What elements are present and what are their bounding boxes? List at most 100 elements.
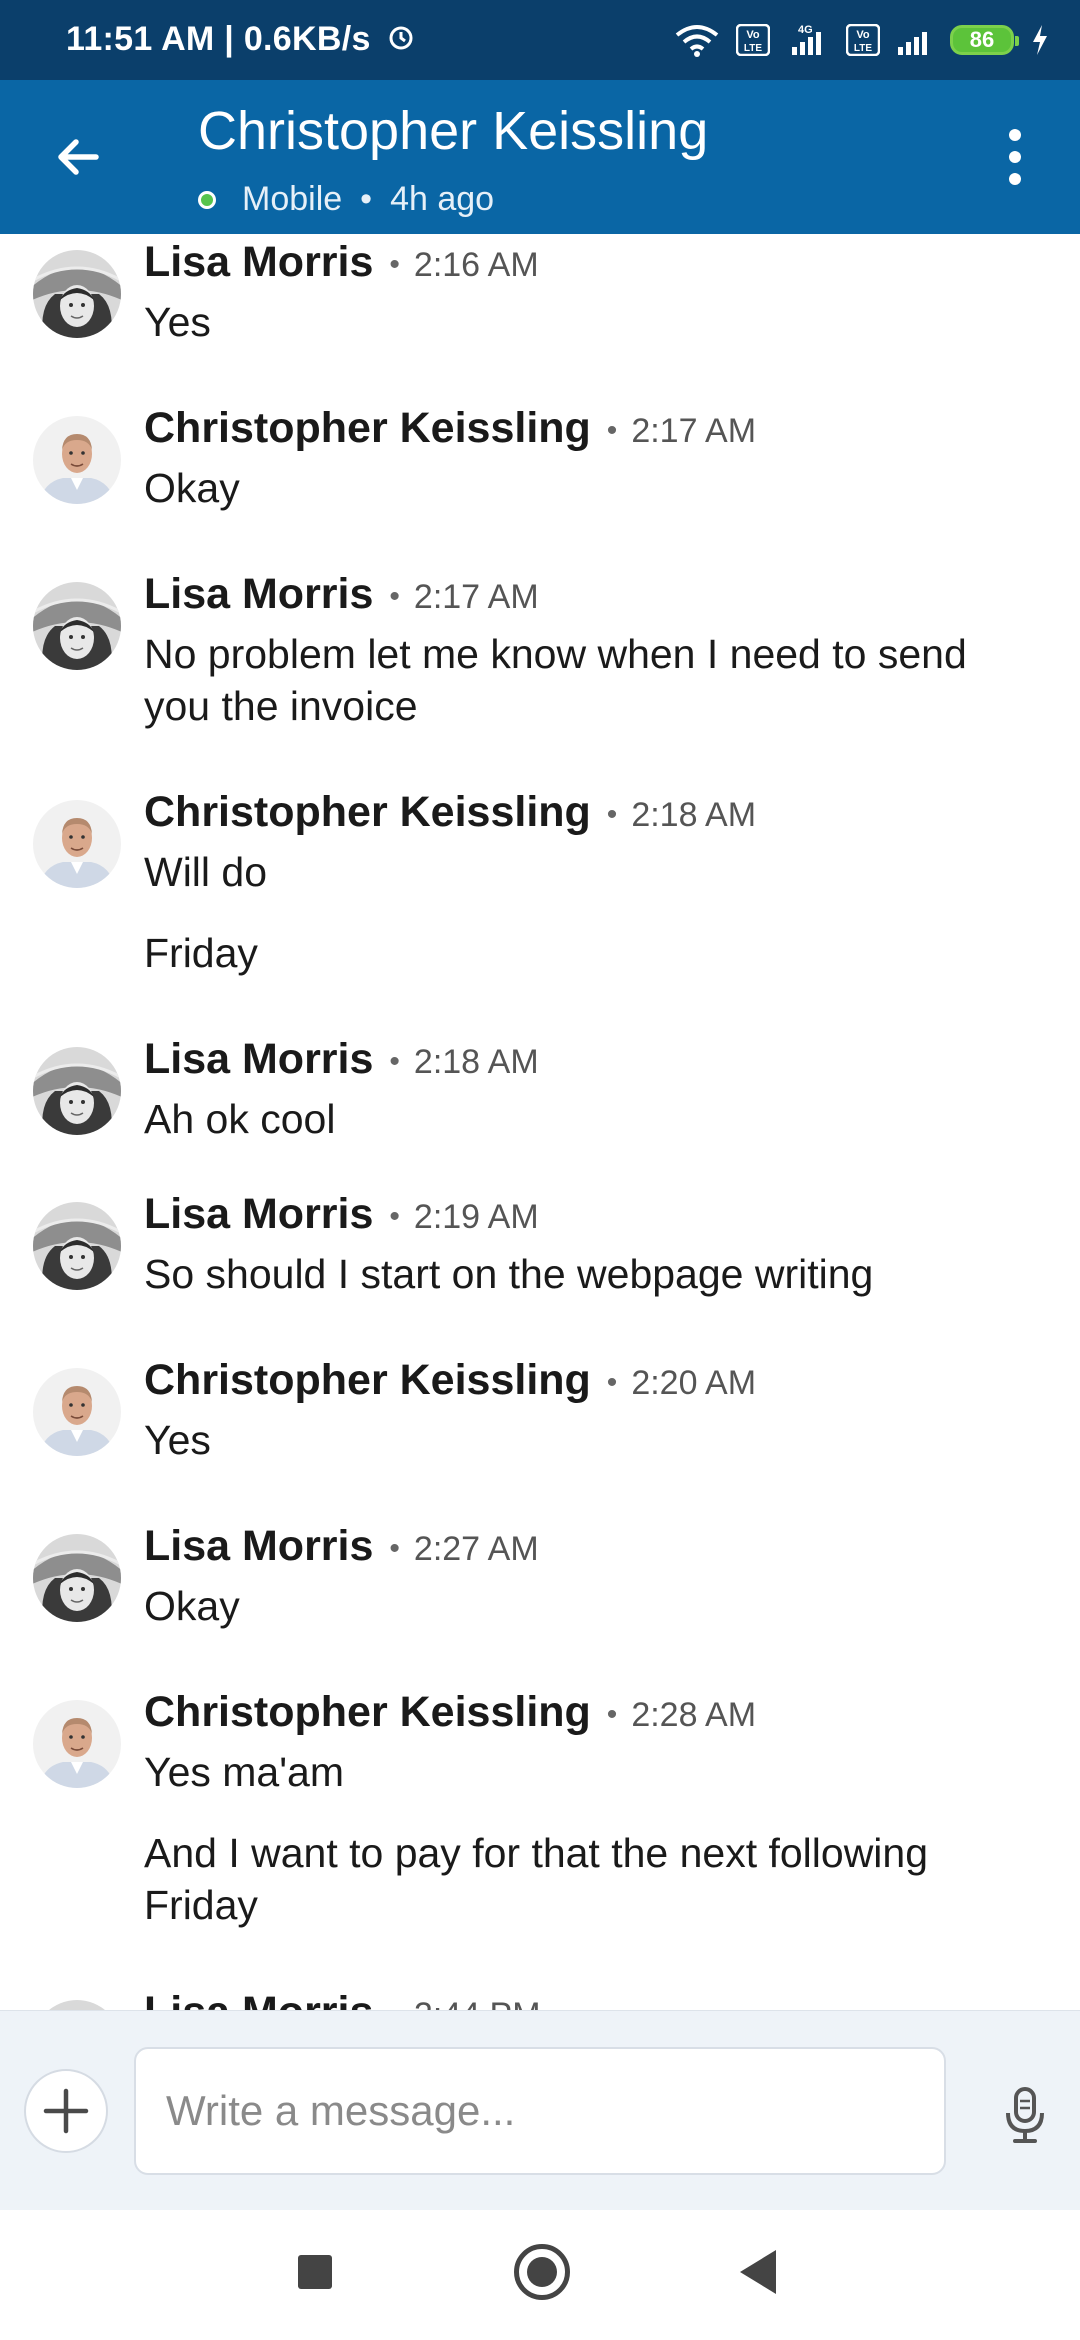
message-time: 2:19 AM bbox=[413, 1198, 539, 1236]
microphone-icon bbox=[1006, 2087, 1044, 2143]
message-text: Ah ok cool bbox=[144, 1096, 336, 1142]
message-list[interactable]: Lisa Morris • 2:16 AM Yes Christopher Keis… bbox=[0, 234, 1080, 2010]
svg-text:4G: 4G bbox=[798, 24, 813, 36]
message-text: So should I start on the webpage writing bbox=[144, 1251, 874, 1297]
sender-name[interactable]: Lisa Morris bbox=[144, 1190, 373, 1238]
message-header: Lisa Morris • 2:27 AM bbox=[144, 1522, 539, 1571]
avatar[interactable] bbox=[33, 1047, 121, 1135]
message-text: And I want to pay for that the next foll… bbox=[144, 1830, 929, 1928]
header-dot: • bbox=[389, 1199, 400, 1233]
message-time: 2:20 AM bbox=[631, 1364, 757, 1402]
sender-name[interactable]: Lisa Morris bbox=[144, 1988, 373, 2010]
conversation-header: Christopher Keissling Mobile • 4h ago bbox=[0, 80, 1080, 234]
message-time: 2:18 AM bbox=[631, 796, 757, 834]
header-dot: • bbox=[606, 1365, 618, 1399]
wifi-icon bbox=[674, 23, 720, 57]
message-header: Christopher Keissling • 2:28 AM bbox=[144, 1688, 756, 1737]
sender-name[interactable]: Christopher Keissling bbox=[144, 404, 591, 452]
status-time-text: 11:51 AM | 0.6KB/s bbox=[66, 20, 371, 58]
sender-name[interactable]: Christopher Keissling bbox=[144, 788, 591, 836]
message-text: Okay bbox=[144, 465, 240, 511]
header-dot: • bbox=[389, 579, 400, 613]
message-time: 2:17 AM bbox=[631, 412, 757, 450]
volte-icon-2: Vo LTE bbox=[846, 24, 880, 56]
status-time: 11:51 AM | 0.6KB/s bbox=[66, 20, 416, 61]
battery-icon: 86 bbox=[950, 25, 1019, 55]
status-bar: 11:51 AM | 0.6KB/s Vo LTE 4G Vo LTE 86 bbox=[0, 0, 1080, 80]
home-button[interactable] bbox=[514, 2244, 570, 2300]
sender-name[interactable]: Christopher Keissling bbox=[144, 1356, 591, 1404]
online-indicator bbox=[198, 190, 216, 209]
message-header: Christopher Keissling • 2:17 AM bbox=[144, 404, 756, 453]
sender-name[interactable]: Lisa Morris bbox=[144, 1522, 373, 1570]
system-back-button[interactable] bbox=[740, 2250, 776, 2294]
message-header: Lisa Morris • 2:44 PM bbox=[144, 1988, 541, 2010]
sender-name[interactable]: Lisa Morris bbox=[144, 238, 373, 286]
avatar-image bbox=[33, 800, 121, 888]
header-dot: • bbox=[389, 247, 400, 281]
avatar[interactable] bbox=[33, 416, 121, 504]
battery-level: 86 bbox=[969, 27, 995, 52]
recent-apps-button[interactable] bbox=[298, 2255, 332, 2289]
voice-message-button[interactable] bbox=[990, 2081, 1060, 2151]
volte-icon: Vo LTE bbox=[736, 24, 770, 56]
attach-button[interactable] bbox=[24, 2069, 108, 2153]
more-vertical-icon-dot bbox=[1009, 151, 1021, 163]
avatar[interactable] bbox=[33, 1202, 121, 1290]
message-header: Christopher Keissling • 2:18 AM bbox=[144, 788, 756, 837]
more-options-button[interactable] bbox=[980, 122, 1050, 192]
message-time: 2:18 AM bbox=[413, 1043, 539, 1081]
back-button[interactable] bbox=[44, 122, 114, 192]
more-vertical-icon-dot bbox=[1009, 129, 1021, 141]
avatar-image bbox=[33, 416, 121, 504]
avatar[interactable] bbox=[33, 800, 121, 888]
more-vertical-icon-dot bbox=[1009, 173, 1021, 185]
sender-name[interactable]: Lisa Morris bbox=[144, 1035, 373, 1083]
message-text: Friday bbox=[144, 930, 258, 976]
presence-device: Mobile bbox=[242, 180, 343, 218]
alarm-icon bbox=[386, 22, 416, 61]
avatar-image bbox=[33, 2000, 121, 2010]
message-header: Christopher Keissling • 2:20 AM bbox=[144, 1356, 756, 1405]
message-text: Yes bbox=[144, 299, 211, 345]
svg-text:LTE: LTE bbox=[744, 43, 762, 54]
system-nav-bar bbox=[0, 2210, 1080, 2340]
avatar-image bbox=[33, 582, 121, 670]
avatar[interactable] bbox=[33, 582, 121, 670]
message-header: Lisa Morris • 2:18 AM bbox=[144, 1035, 539, 1084]
message-input[interactable] bbox=[134, 2047, 946, 2175]
sender-name[interactable]: Christopher Keissling bbox=[144, 1688, 591, 1736]
arrow-left-icon bbox=[58, 139, 99, 175]
avatar[interactable] bbox=[33, 1534, 121, 1622]
message-header: Lisa Morris • 2:19 AM bbox=[144, 1190, 539, 1239]
message-time: 2:16 AM bbox=[413, 246, 539, 284]
message-composer bbox=[0, 2010, 1080, 2211]
svg-text:Vo: Vo bbox=[856, 29, 870, 41]
header-dot: • bbox=[606, 797, 618, 831]
message-text: Yes bbox=[144, 1417, 211, 1463]
avatar[interactable] bbox=[33, 1700, 121, 1788]
signal-4g-icon: 4G bbox=[786, 23, 830, 57]
presence-status: Mobile • 4h ago bbox=[198, 180, 494, 219]
message-time: 2:27 AM bbox=[413, 1530, 539, 1568]
message-header: Lisa Morris • 2:16 AM bbox=[144, 238, 539, 287]
avatar-image bbox=[33, 1534, 121, 1622]
contact-name[interactable]: Christopher Keissling bbox=[198, 100, 708, 162]
message-header: Lisa Morris • 2:17 AM bbox=[144, 570, 539, 619]
sender-name[interactable]: Lisa Morris bbox=[144, 570, 373, 618]
avatar[interactable] bbox=[33, 250, 121, 338]
message-time: 2:28 AM bbox=[631, 1696, 757, 1734]
charging-icon bbox=[1030, 23, 1050, 57]
presence-time: 4h ago bbox=[390, 180, 495, 218]
signal-icon bbox=[896, 23, 934, 57]
message-time: 2:44 PM bbox=[414, 1996, 541, 2010]
avatar[interactable] bbox=[33, 2000, 121, 2010]
plus-icon bbox=[43, 2088, 89, 2134]
header-dot: • bbox=[606, 1697, 618, 1731]
message-text: No problem let me know when I need to se… bbox=[144, 631, 967, 729]
header-dot: • bbox=[389, 1531, 400, 1565]
avatar-image bbox=[33, 1047, 121, 1135]
header-dot: • bbox=[389, 1998, 400, 2010]
avatar[interactable] bbox=[33, 1368, 121, 1456]
svg-text:LTE: LTE bbox=[854, 43, 872, 54]
